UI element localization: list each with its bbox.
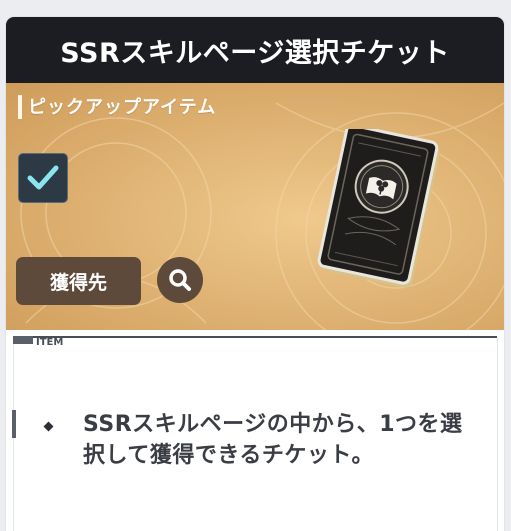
magnifier-icon bbox=[169, 269, 191, 291]
item-description: SSRスキルページの中から、1つを選択して獲得できるチケット。 bbox=[83, 412, 463, 468]
item-detail-panel: SSRスキルページ選択チケット ピックアップアイテム 獲得先 ITEM SSRス… bbox=[6, 17, 504, 531]
pickup-checkbox[interactable] bbox=[18, 153, 68, 203]
item-description-area: ITEM SSRスキルページの中から、1つを選択して獲得できるチケット。 bbox=[6, 330, 504, 531]
title-bar: SSRスキルページ選択チケット bbox=[6, 17, 504, 83]
section-tab bbox=[13, 336, 33, 344]
pickup-label: ピックアップアイテム bbox=[28, 97, 217, 118]
description-accent-bar bbox=[12, 410, 16, 438]
search-button[interactable] bbox=[157, 257, 203, 303]
item-title: SSRスキルページ選択チケット bbox=[60, 37, 450, 69]
item-hero: ピックアップアイテム 獲得先 bbox=[6, 83, 504, 330]
section-rule bbox=[13, 336, 497, 338]
section-label: ITEM bbox=[36, 337, 64, 348]
ticket-card-image bbox=[317, 129, 440, 288]
checkmark-icon bbox=[27, 165, 59, 190]
acquisition-source-button[interactable]: 獲得先 bbox=[16, 257, 141, 305]
pickup-accent-bar bbox=[18, 95, 22, 119]
